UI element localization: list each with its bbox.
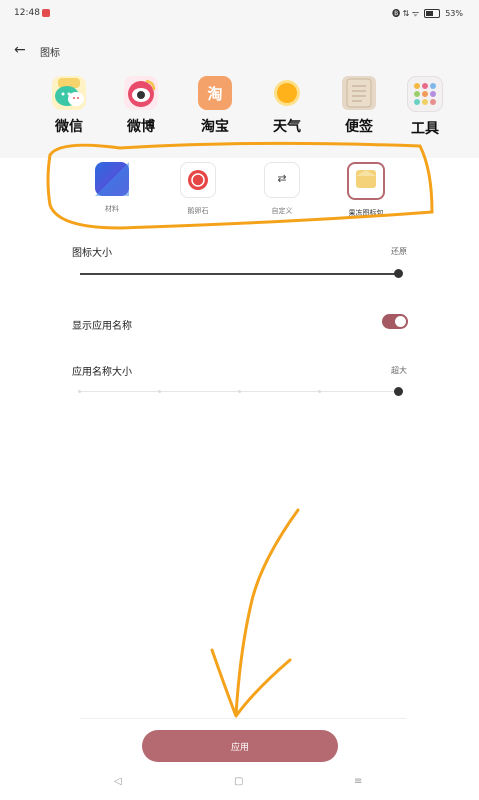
style-option-label: 自定义 [271,207,293,215]
icon-size-label: 图标大小 [72,248,112,259]
signal-wifi-icons: 🅑 ⇅ ᯤ [392,9,420,18]
style-option-jelly[interactable]: 果冻图标包 [336,162,396,218]
style-option-pebble[interactable]: 鹅卵石 [168,162,228,216]
nav-menu-icon[interactable]: ≡ [354,776,362,787]
icon-size-slider[interactable] [80,273,400,275]
status-bar: 12:48 🅑 ⇅ ᯤ 53% [0,0,479,28]
nav-back-icon[interactable]: ◁ [114,776,122,787]
preview-app-notes: 便签 [332,76,386,136]
preview-app-taobao: 淘 淘宝 [188,76,242,136]
notes-app-icon [342,76,376,110]
style-option-material[interactable]: 材料 [82,162,142,214]
preview-label: 微信 [55,119,83,135]
style-option-custom[interactable]: ⇄ 自定义 [252,162,312,216]
preview-label: 便签 [345,119,373,135]
taobao-glyph: 淘 [207,85,223,103]
app-name-size-slider-thumb[interactable] [394,387,403,396]
jelly-pack-icon[interactable] [347,162,385,200]
preview-label: 天气 [273,119,301,135]
icon-size-slider-thumb[interactable] [394,269,403,278]
divider [80,718,406,719]
toggle-knob [395,316,406,327]
app-name-size-label: 应用名称大小 [72,367,132,378]
show-app-name-toggle[interactable] [382,314,408,329]
weather-app-icon [270,76,304,110]
page-title: 图标 [40,48,60,59]
nav-home-icon[interactable]: ▢ [234,776,243,787]
style-option-label: 材料 [105,205,119,213]
icon-style-picker: 材料 鹅卵石 ⇄ 自定义 果冻图标包 [48,150,432,226]
material-style-icon[interactable] [95,162,129,196]
custom-style-icon[interactable]: ⇄ [264,162,300,198]
app-name-size-value: 超大 [391,366,407,375]
app-preview-row: 微信 微博 淘 淘宝 天气 便签 工具 [42,76,443,146]
icon-preview-header: ← 图标 微信 微博 淘 淘宝 天气 便签 工具 [0,28,479,158]
preview-app-tools: 工具 [398,76,452,138]
tools-app-icon [407,76,443,112]
preview-label: 微博 [127,119,155,135]
preview-label: 淘宝 [201,119,229,135]
style-option-label: 果冻图标包 [348,209,384,217]
preview-app-wechat: 微信 [42,76,96,136]
preview-label: 工具 [411,121,439,137]
show-app-name-label: 显示应用名称 [72,321,132,332]
pebble-style-icon[interactable] [180,162,216,198]
battery-icon [424,9,441,18]
reset-button[interactable]: 还原 [391,246,407,257]
preview-app-weibo: 微博 [114,76,168,136]
taobao-app-icon: 淘 [198,76,232,110]
apply-button[interactable]: 应用 [142,730,338,762]
annotation-arrow [210,508,300,718]
preview-app-weather: 天气 [260,76,314,136]
wechat-app-icon [52,76,86,110]
slider-step-dot [318,390,321,393]
back-arrow-icon[interactable]: ← [14,42,26,58]
battery-percent: 53% [445,9,463,18]
slider-step-dot [238,390,241,393]
status-icons: 🅑 ⇅ ᯤ 53% [392,8,463,19]
custom-style-glyph: ⇄ [277,172,287,185]
status-time: 12:48 [14,8,40,18]
notification-icon [42,9,50,17]
slider-step-dot [158,390,161,393]
slider-step-dot [78,390,81,393]
weibo-app-icon [124,76,158,110]
style-option-label: 鹅卵石 [187,207,209,215]
